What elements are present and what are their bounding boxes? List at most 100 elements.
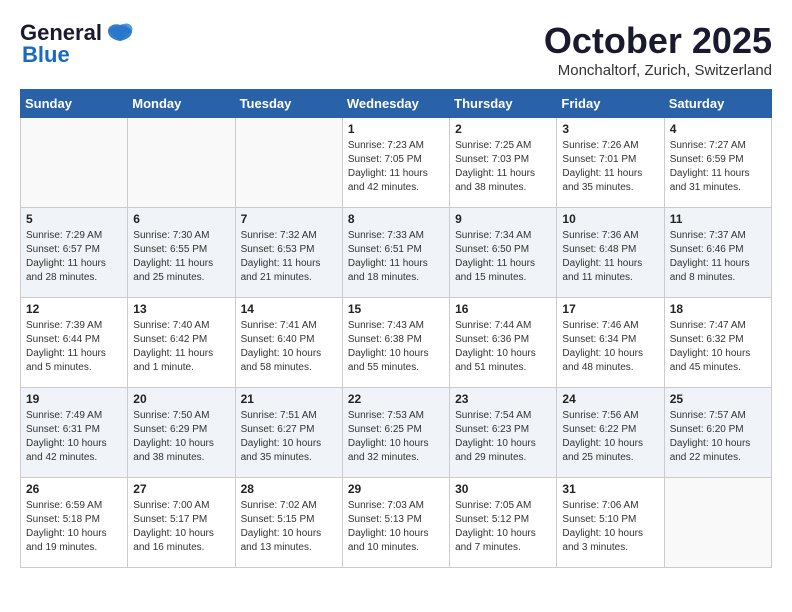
- cell-info: Sunrise: 7:27 AM Sunset: 6:59 PM Dayligh…: [670, 139, 766, 195]
- calendar-week-row: 1 Sunrise: 7:23 AM Sunset: 7:05 PM Daylig…: [21, 118, 772, 208]
- col-header-thursday: Thursday: [450, 90, 557, 118]
- month-title: October 2025: [544, 20, 772, 62]
- calendar-cell: 7 Sunrise: 7:32 AM Sunset: 6:53 PM Daylig…: [235, 208, 342, 298]
- day-number: 18: [670, 302, 766, 316]
- day-number: 10: [562, 212, 658, 226]
- day-number: 17: [562, 302, 658, 316]
- calendar-cell: [128, 118, 235, 208]
- cell-info: Sunrise: 7:37 AM Sunset: 6:46 PM Dayligh…: [670, 229, 766, 285]
- cell-info: Sunrise: 7:40 AM Sunset: 6:42 PM Dayligh…: [133, 319, 229, 375]
- calendar-cell: 25Sunrise: 7:57 AM Sunset: 6:20 PM Dayli…: [664, 388, 771, 478]
- cell-info: Sunrise: 7:50 AM Sunset: 6:29 PM Dayligh…: [133, 409, 229, 465]
- calendar-cell: 6 Sunrise: 7:30 AM Sunset: 6:55 PM Daylig…: [128, 208, 235, 298]
- day-number: 20: [133, 392, 229, 406]
- cell-info: Sunrise: 7:32 AM Sunset: 6:53 PM Dayligh…: [241, 229, 337, 285]
- day-number: 19: [26, 392, 122, 406]
- calendar-cell: [21, 118, 128, 208]
- calendar-cell: 2Sunrise: 7:25 AM Sunset: 7:03 PM Daylig…: [450, 118, 557, 208]
- calendar-cell: 5Sunrise: 7:29 AM Sunset: 6:57 PM Daylig…: [21, 208, 128, 298]
- day-number: 8: [348, 212, 444, 226]
- cell-info: Sunrise: 7:53 AM Sunset: 6:25 PM Dayligh…: [348, 409, 444, 465]
- calendar-cell: 13 Sunrise: 7:40 AM Sunset: 6:42 PM Dayli…: [128, 298, 235, 388]
- col-header-sunday: Sunday: [21, 90, 128, 118]
- calendar-week-row: 26 Sunrise: 6:59 AM Sunset: 5:18 PM Dayli…: [21, 478, 772, 568]
- day-number: 16: [455, 302, 551, 316]
- cell-info: Sunrise: 7:49 AM Sunset: 6:31 PM Dayligh…: [26, 409, 122, 465]
- location-text: Monchaltorf, Zurich, Switzerland: [544, 62, 772, 79]
- logo-blue-text: Blue: [22, 42, 70, 68]
- cell-info: Sunrise: 7:56 AM Sunset: 6:22 PM Dayligh…: [562, 409, 658, 465]
- day-number: 22: [348, 392, 444, 406]
- calendar-cell: [664, 478, 771, 568]
- cell-info: Sunrise: 7:41 AM Sunset: 6:40 PM Dayligh…: [241, 319, 337, 375]
- calendar-cell: 17Sunrise: 7:46 AM Sunset: 6:34 PM Dayli…: [557, 298, 664, 388]
- calendar-cell: 11 Sunrise: 7:37 AM Sunset: 6:46 PM Dayli…: [664, 208, 771, 298]
- col-header-saturday: Saturday: [664, 90, 771, 118]
- day-number: 11: [670, 212, 766, 226]
- cell-info: Sunrise: 7:33 AM Sunset: 6:51 PM Dayligh…: [348, 229, 444, 285]
- calendar-cell: 20 Sunrise: 7:50 AM Sunset: 6:29 PM Dayli…: [128, 388, 235, 478]
- day-number: 14: [241, 302, 337, 316]
- cell-info: Sunrise: 7:23 AM Sunset: 7:05 PM Dayligh…: [348, 139, 444, 195]
- cell-info: Sunrise: 7:26 AM Sunset: 7:01 PM Dayligh…: [562, 139, 658, 195]
- calendar-cell: 21Sunrise: 7:51 AM Sunset: 6:27 PM Dayli…: [235, 388, 342, 478]
- calendar-cell: 18 Sunrise: 7:47 AM Sunset: 6:32 PM Dayli…: [664, 298, 771, 388]
- calendar-cell: 16 Sunrise: 7:44 AM Sunset: 6:36 PM Dayli…: [450, 298, 557, 388]
- cell-info: Sunrise: 7:00 AM Sunset: 5:17 PM Dayligh…: [133, 499, 229, 555]
- cell-info: Sunrise: 7:06 AM Sunset: 5:10 PM Dayligh…: [562, 499, 658, 555]
- calendar-week-row: 5Sunrise: 7:29 AM Sunset: 6:57 PM Daylig…: [21, 208, 772, 298]
- col-header-monday: Monday: [128, 90, 235, 118]
- calendar-cell: 29 Sunrise: 7:03 AM Sunset: 5:13 PM Dayli…: [342, 478, 449, 568]
- cell-info: Sunrise: 6:59 AM Sunset: 5:18 PM Dayligh…: [26, 499, 122, 555]
- cell-info: Sunrise: 7:03 AM Sunset: 5:13 PM Dayligh…: [348, 499, 444, 555]
- calendar-cell: 15 Sunrise: 7:43 AM Sunset: 6:38 PM Dayli…: [342, 298, 449, 388]
- day-number: 3: [562, 122, 658, 136]
- day-number: 2: [455, 122, 551, 136]
- day-number: 9: [455, 212, 551, 226]
- cell-info: Sunrise: 7:54 AM Sunset: 6:23 PM Dayligh…: [455, 409, 551, 465]
- calendar-cell: 10 Sunrise: 7:36 AM Sunset: 6:48 PM Dayli…: [557, 208, 664, 298]
- calendar-cell: 30Sunrise: 7:05 AM Sunset: 5:12 PM Dayli…: [450, 478, 557, 568]
- calendar-week-row: 19 Sunrise: 7:49 AM Sunset: 6:31 PM Dayli…: [21, 388, 772, 478]
- title-block: October 2025 Monchaltorf, Zurich, Switze…: [544, 20, 772, 79]
- day-number: 26: [26, 482, 122, 496]
- cell-info: Sunrise: 7:05 AM Sunset: 5:12 PM Dayligh…: [455, 499, 551, 555]
- cell-info: Sunrise: 7:44 AM Sunset: 6:36 PM Dayligh…: [455, 319, 551, 375]
- calendar-table: SundayMondayTuesdayWednesdayThursdayFrid…: [20, 89, 772, 568]
- cell-info: Sunrise: 7:47 AM Sunset: 6:32 PM Dayligh…: [670, 319, 766, 375]
- logo-bird-icon: [106, 23, 134, 43]
- cell-info: Sunrise: 7:43 AM Sunset: 6:38 PM Dayligh…: [348, 319, 444, 375]
- col-header-friday: Friday: [557, 90, 664, 118]
- cell-info: Sunrise: 7:57 AM Sunset: 6:20 PM Dayligh…: [670, 409, 766, 465]
- day-number: 21: [241, 392, 337, 406]
- calendar-week-row: 12 Sunrise: 7:39 AM Sunset: 6:44 PM Dayli…: [21, 298, 772, 388]
- calendar-cell: 19 Sunrise: 7:49 AM Sunset: 6:31 PM Dayli…: [21, 388, 128, 478]
- day-number: 31: [562, 482, 658, 496]
- calendar-cell: 26 Sunrise: 6:59 AM Sunset: 5:18 PM Dayli…: [21, 478, 128, 568]
- day-number: 12: [26, 302, 122, 316]
- calendar-cell: 27Sunrise: 7:00 AM Sunset: 5:17 PM Dayli…: [128, 478, 235, 568]
- calendar-cell: 1 Sunrise: 7:23 AM Sunset: 7:05 PM Daylig…: [342, 118, 449, 208]
- day-number: 7: [241, 212, 337, 226]
- cell-info: Sunrise: 7:36 AM Sunset: 6:48 PM Dayligh…: [562, 229, 658, 285]
- day-number: 13: [133, 302, 229, 316]
- page-header: General Blue October 2025 Monchaltorf, Z…: [20, 20, 772, 79]
- calendar-cell: 24 Sunrise: 7:56 AM Sunset: 6:22 PM Dayli…: [557, 388, 664, 478]
- calendar-header-row: SundayMondayTuesdayWednesdayThursdayFrid…: [21, 90, 772, 118]
- calendar-cell: 3 Sunrise: 7:26 AM Sunset: 7:01 PM Daylig…: [557, 118, 664, 208]
- calendar-cell: 8 Sunrise: 7:33 AM Sunset: 6:51 PM Daylig…: [342, 208, 449, 298]
- logo: General Blue: [20, 20, 134, 68]
- day-number: 15: [348, 302, 444, 316]
- day-number: 28: [241, 482, 337, 496]
- day-number: 6: [133, 212, 229, 226]
- day-number: 24: [562, 392, 658, 406]
- day-number: 4: [670, 122, 766, 136]
- day-number: 5: [26, 212, 122, 226]
- day-number: 29: [348, 482, 444, 496]
- calendar-cell: 22 Sunrise: 7:53 AM Sunset: 6:25 PM Dayli…: [342, 388, 449, 478]
- cell-info: Sunrise: 7:02 AM Sunset: 5:15 PM Dayligh…: [241, 499, 337, 555]
- calendar-cell: 4 Sunrise: 7:27 AM Sunset: 6:59 PM Daylig…: [664, 118, 771, 208]
- cell-info: Sunrise: 7:30 AM Sunset: 6:55 PM Dayligh…: [133, 229, 229, 285]
- day-number: 1: [348, 122, 444, 136]
- cell-info: Sunrise: 7:39 AM Sunset: 6:44 PM Dayligh…: [26, 319, 122, 375]
